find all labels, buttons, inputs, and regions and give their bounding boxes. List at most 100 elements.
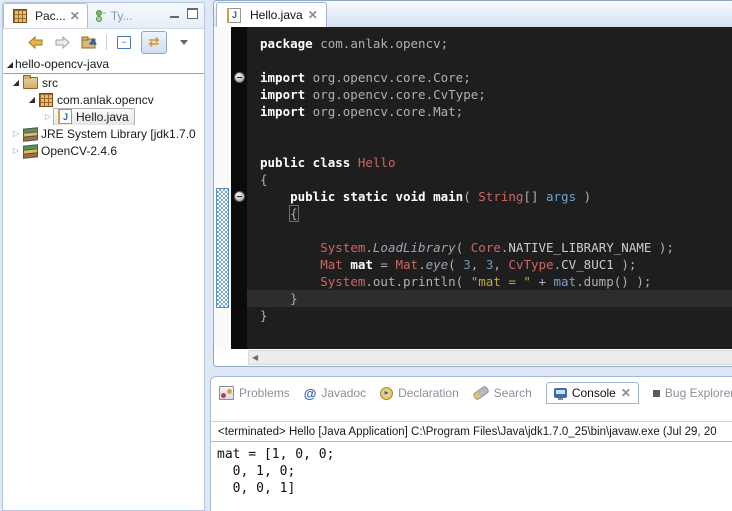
code-line[interactable] (260, 137, 732, 154)
code-line[interactable] (260, 52, 732, 69)
expand-triangle-icon[interactable]: ◢ (11, 78, 21, 87)
tab-problems[interactable]: Problems (219, 386, 290, 400)
console-output-line: 0, 0, 1] (217, 480, 732, 497)
toolbar-separator (106, 34, 107, 50)
hscroll-track[interactable]: ◀ (248, 350, 732, 365)
collapse-triangle-icon[interactable]: ▷ (11, 129, 21, 138)
code-line[interactable]: { (260, 171, 732, 188)
tree-item-hello-java[interactable]: ▷ J Hello.java (3, 108, 204, 125)
javadoc-icon: @ (304, 386, 317, 401)
code-line[interactable]: public static void main( String[] args ) (260, 188, 732, 205)
close-icon[interactable]: ✕ (621, 387, 631, 399)
library-icon (23, 128, 37, 140)
forward-arrow-icon (55, 36, 70, 49)
console-panel: Problems @ Javadoc ▸ Declaration Search … (210, 376, 732, 511)
code-line[interactable]: import org.opencv.core.Mat; (260, 103, 732, 120)
console-content: <terminated> Hello [Java Application] C:… (211, 421, 732, 511)
tab-search[interactable]: Search (473, 386, 532, 400)
expand-triangle-icon[interactable]: ◢ (5, 60, 15, 69)
type-hierarchy-icon (95, 10, 107, 22)
fold-collapse-icon[interactable] (234, 72, 245, 83)
code-line[interactable]: System.out.println( "mat = " + mat.dump(… (260, 273, 732, 290)
console-process-label: <terminated> Hello [Java Application] C:… (211, 422, 732, 442)
editor-tab-label: Hello.java (250, 8, 303, 22)
editor-hscrollbar[interactable]: ◀ (214, 349, 732, 366)
collapse-triangle-icon[interactable]: ▷ (11, 146, 21, 155)
sidebar-tabbar: Pac... ✕ Ty... (3, 3, 204, 29)
package-explorer-toolbar: − ⇄ (3, 29, 204, 55)
code-line[interactable]: public class Hello (260, 154, 732, 171)
back-button[interactable] (25, 32, 45, 52)
console-output[interactable]: mat = [1, 0, 0; 0, 1, 0; 0, 0, 1] (211, 442, 732, 497)
go-into-button[interactable] (79, 32, 99, 52)
editor-body: package com.anlak.opencv; import org.open… (214, 27, 732, 349)
folding-gutter[interactable] (231, 27, 247, 349)
bottom-tabbar: Problems @ Javadoc ▸ Declaration Search … (211, 377, 732, 407)
minimize-icon[interactable] (170, 8, 179, 18)
tab-package-explorer-label: Pac... (35, 9, 66, 23)
maximize-icon[interactable] (187, 8, 198, 19)
back-arrow-icon (28, 36, 43, 49)
code-line[interactable]: System.LoadLibrary( Core.NATIVE_LIBRARY_… (260, 239, 732, 256)
tab-type-hierarchy-label: Ty... (111, 9, 133, 23)
java-file-icon: J (227, 8, 241, 23)
tree-item-package-label: com.anlak.opencv (57, 93, 154, 107)
tab-type-hierarchy[interactable]: Ty... (88, 4, 140, 28)
editor-tab-hello-java[interactable]: J Hello.java ✕ (216, 2, 327, 27)
chevron-down-icon (180, 40, 188, 45)
tab-javadoc[interactable]: @ Javadoc (304, 386, 366, 401)
tab-search-label: Search (494, 386, 532, 400)
tree-item-jre-label: JRE System Library [jdk1.7.0 (41, 127, 196, 141)
code-area[interactable]: package com.anlak.opencv; import org.open… (247, 27, 732, 349)
tab-bug-explorer-label: Bug Explorer (665, 386, 732, 400)
view-menu-button[interactable] (174, 32, 194, 52)
close-icon[interactable]: ✕ (308, 9, 318, 21)
tree-item-src[interactable]: ◢ src (3, 74, 204, 91)
console-output-line: mat = [1, 0, 0; (217, 446, 732, 463)
tab-bug-explorer[interactable]: Bug Explorer (653, 386, 732, 400)
editor-panel: J Hello.java ✕ package com.anlak.opencv;… (213, 0, 732, 367)
source-folder-icon (23, 77, 38, 89)
tab-javadoc-label: Javadoc (321, 386, 366, 400)
fold-collapse-icon[interactable] (234, 191, 245, 202)
tree-item-src-label: src (42, 76, 58, 90)
code-line[interactable] (260, 222, 732, 239)
range-indicator (216, 188, 229, 308)
code-line[interactable] (260, 120, 732, 137)
code-line[interactable]: } (260, 307, 732, 324)
code-line[interactable]: { (260, 205, 732, 222)
tree-item-project[interactable]: ◢ hello-opencv-java (3, 55, 204, 74)
editor-tabbar: J Hello.java ✕ (214, 1, 732, 28)
panel-window-buttons (170, 8, 198, 19)
close-icon[interactable]: ✕ (70, 10, 80, 22)
collapse-all-button[interactable]: − (114, 32, 134, 52)
selected-item-highlight[interactable]: J Hello.java (53, 108, 135, 125)
tab-package-explorer[interactable]: Pac... ✕ (3, 3, 88, 28)
package-explorer-icon (13, 9, 27, 23)
console-icon (554, 388, 567, 398)
tree-item-jre-library[interactable]: ▷ JRE System Library [jdk1.7.0 (3, 125, 204, 142)
link-with-editor-button[interactable]: ⇄ (141, 31, 167, 54)
tab-console-label: Console (572, 386, 616, 400)
declaration-icon: ▸ (380, 387, 393, 400)
code-line[interactable]: Mat mat = Mat.eye( 3, 3, CvType.CV_8UC1 … (260, 256, 732, 273)
forward-button[interactable] (52, 32, 72, 52)
tab-console[interactable]: Console ✕ (546, 382, 639, 404)
java-file-icon: J (58, 109, 72, 124)
tab-declaration-label: Declaration (398, 386, 459, 400)
console-output-line: 0, 1, 0; (217, 463, 732, 480)
code-line[interactable]: import org.opencv.core.CvType; (260, 86, 732, 103)
annotation-ruler[interactable] (214, 27, 231, 349)
tree-item-opencv-label: OpenCV-2.4.6 (41, 144, 117, 158)
tree-item-opencv-library[interactable]: ▷ OpenCV-2.4.6 (3, 142, 204, 159)
collapse-all-icon: − (117, 36, 131, 49)
code-line[interactable]: } (247, 290, 732, 307)
code-line[interactable]: package com.anlak.opencv; (260, 35, 732, 52)
code-line[interactable]: import org.opencv.core.Core; (260, 69, 732, 86)
scroll-left-icon[interactable]: ◀ (249, 353, 258, 362)
tree-item-package[interactable]: ◢ com.anlak.opencv (3, 91, 204, 108)
collapse-triangle-icon[interactable]: ▷ (43, 112, 53, 121)
project-tree: ◢ hello-opencv-java ◢ src ◢ com.anlak.op… (3, 55, 204, 159)
expand-triangle-icon[interactable]: ◢ (27, 95, 37, 104)
tab-declaration[interactable]: ▸ Declaration (380, 386, 459, 400)
